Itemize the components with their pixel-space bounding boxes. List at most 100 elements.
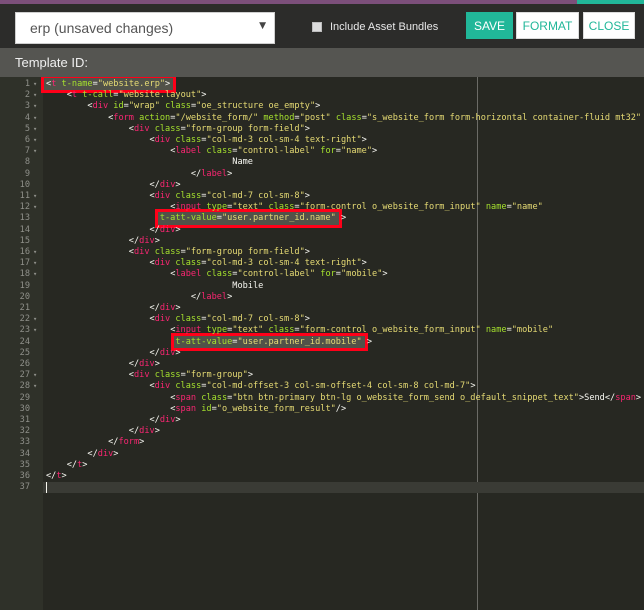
token-tag: div (159, 347, 176, 358)
code-line[interactable]: 2 ▾ <t t-call="website.layout"> (0, 90, 644, 101)
token-attr: id (196, 403, 212, 414)
code-line[interactable]: 4 ▾ <form action="/website_form/" method=… (0, 113, 644, 124)
fold-toggle-icon[interactable]: ▾ (33, 90, 37, 101)
code-line[interactable]: 24 t-att-value="user.partner_id.mobile" … (0, 337, 644, 348)
code-line[interactable]: 22 ▾ <div class="col-md-7 col-sm-8"> (0, 314, 644, 325)
code-line[interactable]: 28 ▾ <div class="col-md-offset-3 col-sm-o… (0, 381, 644, 392)
line-code: </div> (46, 359, 160, 370)
fold-toggle-icon[interactable]: ▾ (33, 124, 37, 135)
include-asset-bundles-checkbox[interactable] (312, 22, 322, 32)
line-code: <div class="col-md-3 col-sm-4 text-right… (46, 135, 366, 146)
code-line[interactable]: 25 </div> (0, 348, 644, 359)
code-line[interactable]: 36 </t> (0, 471, 644, 482)
fold-toggle-icon[interactable]: ▾ (33, 247, 37, 258)
line-code: </div> (46, 347, 180, 359)
fold-toggle-icon[interactable]: ▾ (33, 135, 37, 146)
code-line[interactable]: 6 ▾ <div class="col-md-3 col-sm-4 text-ri… (0, 135, 644, 146)
code-line[interactable]: 15 </div> (0, 236, 644, 247)
include-asset-bundles[interactable]: Include Asset Bundles (312, 19, 438, 35)
fold-toggle-icon[interactable]: ▾ (33, 191, 37, 202)
fold-toggle-icon[interactable]: ▾ (33, 113, 37, 124)
line-number: 4 (24, 112, 30, 123)
line-code: </t> (46, 471, 67, 482)
line-code: </div> (46, 180, 180, 191)
code-line[interactable]: 30 <span id="o_website_form_result"/> (0, 404, 644, 415)
code-line[interactable]: 14 </div> (0, 225, 644, 236)
chevron-down-icon[interactable]: ▼ (259, 21, 266, 31)
fold-toggle-icon[interactable]: ▾ (33, 79, 37, 90)
line-number: 30 (19, 403, 30, 414)
code-line[interactable]: 32 </div> (0, 426, 644, 437)
token-str: "form-control o_website_form_input" (299, 325, 481, 336)
template-select[interactable]: erp (unsaved changes) ▼ (15, 12, 275, 44)
line-code: <input type="text" class="form-control o… (46, 325, 553, 336)
code-line[interactable]: 31 </div> (0, 415, 644, 426)
code-line[interactable]: 37 (0, 482, 644, 493)
token-punct: > (304, 247, 310, 257)
code-line[interactable]: 12 ▾ <input type="text" class="form-contr… (0, 202, 644, 213)
code-line[interactable]: 5 ▾ <div class="form-group form-field"> (0, 124, 644, 135)
close-button[interactable]: CLOSE (583, 12, 635, 39)
template-id-bar: Template ID: (0, 48, 644, 77)
token-attr: t-att-value (159, 213, 217, 224)
token-punct: > (154, 426, 160, 437)
fold-toggle-icon[interactable]: ▾ (33, 202, 37, 213)
code-line[interactable]: 8 Name (0, 157, 644, 168)
format-button[interactable]: FORMAT (516, 12, 579, 39)
line-code: <input type="text" class="form-control o… (46, 202, 543, 213)
fold-toggle-icon[interactable]: ▾ (33, 258, 37, 269)
fold-toggle-icon[interactable]: ▾ (33, 314, 37, 325)
code-line[interactable]: 10 </div> (0, 180, 644, 191)
token-tag: input (175, 325, 202, 336)
code-line[interactable]: 33 </form> (0, 437, 644, 448)
code-line[interactable]: 29 <span class="btn btn-primary btn-lg o… (0, 393, 644, 404)
code-line[interactable]: 19 Mobile (0, 281, 644, 292)
code-line[interactable]: 17 ▾ <div class="col-md-3 col-sm-4 text-r… (0, 258, 644, 269)
code-line[interactable]: 1 ▾ <t t-name="website.erp"> (0, 79, 644, 90)
token-tag: div (154, 314, 171, 325)
line-number: 24 (19, 336, 30, 347)
save-button[interactable]: SAVE (466, 12, 513, 39)
code-line[interactable]: 34 </div> (0, 449, 644, 460)
fold-toggle-icon[interactable]: ▾ (33, 381, 37, 392)
fold-toggle-icon[interactable]: ▾ (33, 101, 37, 112)
line-number: 8 (24, 157, 30, 168)
code-editor[interactable]: 1 ▾ <t t-name="website.erp"> 2 ▾ <t t-call="… (0, 77, 644, 610)
code-line[interactable]: 11 ▾ <div class="col-md-7 col-sm-8"> (0, 191, 644, 202)
token-punct: </ (108, 437, 119, 448)
code-line[interactable]: 21 </div> (0, 303, 644, 314)
token-attr: id (108, 101, 124, 112)
token-attr: class (201, 269, 233, 280)
line-number: 10 (19, 179, 30, 190)
token-str: "col-md-offset-3 col-sm-offset-4 col-sm-… (206, 381, 471, 392)
token-str: "col-md-3 col-sm-4 text-right" (206, 258, 362, 269)
code-line[interactable]: 9 </label> (0, 169, 644, 180)
fold-toggle-icon[interactable]: ▾ (33, 269, 37, 280)
code-line[interactable]: 27 ▾ <div class="form-group"> (0, 370, 644, 381)
code-line[interactable]: 35 </t> (0, 460, 644, 471)
token-tag: div (154, 381, 171, 392)
template-select-value: erp (unsaved changes) (30, 20, 174, 36)
token-str: "post" (299, 112, 331, 123)
code-line[interactable]: 7 ▾ <label class="control-label" for="nam… (0, 146, 644, 157)
token-attr: class (170, 314, 202, 325)
token-tag: div (154, 191, 171, 201)
token-attr: class (149, 247, 181, 257)
code-line[interactable]: 26 </div> (0, 359, 644, 370)
line-number: 27 (19, 370, 30, 381)
code-line[interactable]: 23 ▾ <input type="text" class="form-contr… (0, 325, 644, 336)
token-tag: div (154, 258, 171, 269)
fold-toggle-icon[interactable]: ▾ (33, 325, 37, 336)
code-line[interactable]: 16 ▾ <div class="form-group form-field"> (0, 247, 644, 258)
include-asset-bundles-label[interactable]: Include Asset Bundles (330, 21, 438, 33)
code-line[interactable]: 13 t-att-value="user.partner_id.name" > (0, 213, 644, 224)
fold-toggle-icon[interactable]: ▾ (33, 370, 37, 381)
code-line[interactable]: 18 ▾ <label class="control-label" for="mo… (0, 269, 644, 280)
code-line[interactable]: 3 ▾ <div id="wrap" class="oe_structure oe… (0, 101, 644, 112)
line-number: 35 (19, 459, 30, 470)
code-line[interactable]: 20 </label> (0, 292, 644, 303)
token-punct: > (227, 291, 233, 302)
fold-toggle-icon[interactable]: ▾ (33, 146, 37, 157)
line-number: 25 (19, 347, 30, 358)
line-code: </div> (46, 236, 160, 247)
